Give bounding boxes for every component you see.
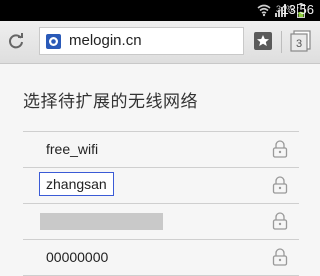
lock-icon — [272, 248, 288, 266]
browser-toolbar: melogin.cn 3 — [0, 21, 320, 64]
address-bar[interactable]: melogin.cn — [39, 27, 244, 55]
network-name: free_wifi — [46, 141, 99, 157]
reload-icon[interactable] — [7, 32, 25, 50]
page-title: 选择待扩展的无线网络 — [23, 92, 198, 112]
network-row[interactable]: zhangsan — [23, 167, 299, 203]
wifi-icon — [257, 4, 271, 17]
favicon-icon — [46, 34, 61, 49]
redacted-network-name — [40, 213, 163, 230]
network-row[interactable]: 00000000 — [23, 239, 299, 276]
lock-icon — [272, 176, 288, 194]
status-bar: 34% 13:56 — [0, 0, 320, 21]
tabs-icon[interactable]: 3 — [290, 30, 312, 52]
bookmark-icon[interactable] — [253, 31, 273, 51]
network-list: free_wifi zhangsan 00000000 — [23, 131, 299, 276]
network-name: 00000000 — [46, 249, 109, 265]
network-row[interactable]: free_wifi — [23, 131, 299, 167]
tab-count: 3 — [296, 38, 302, 50]
clock: 13:56 — [281, 2, 314, 17]
lock-icon — [272, 140, 288, 158]
url-text: melogin.cn — [69, 32, 142, 49]
lock-icon — [272, 212, 288, 230]
toolbar-divider — [281, 31, 282, 53]
network-row[interactable] — [23, 203, 299, 239]
network-name-selected: zhangsan — [39, 172, 114, 196]
